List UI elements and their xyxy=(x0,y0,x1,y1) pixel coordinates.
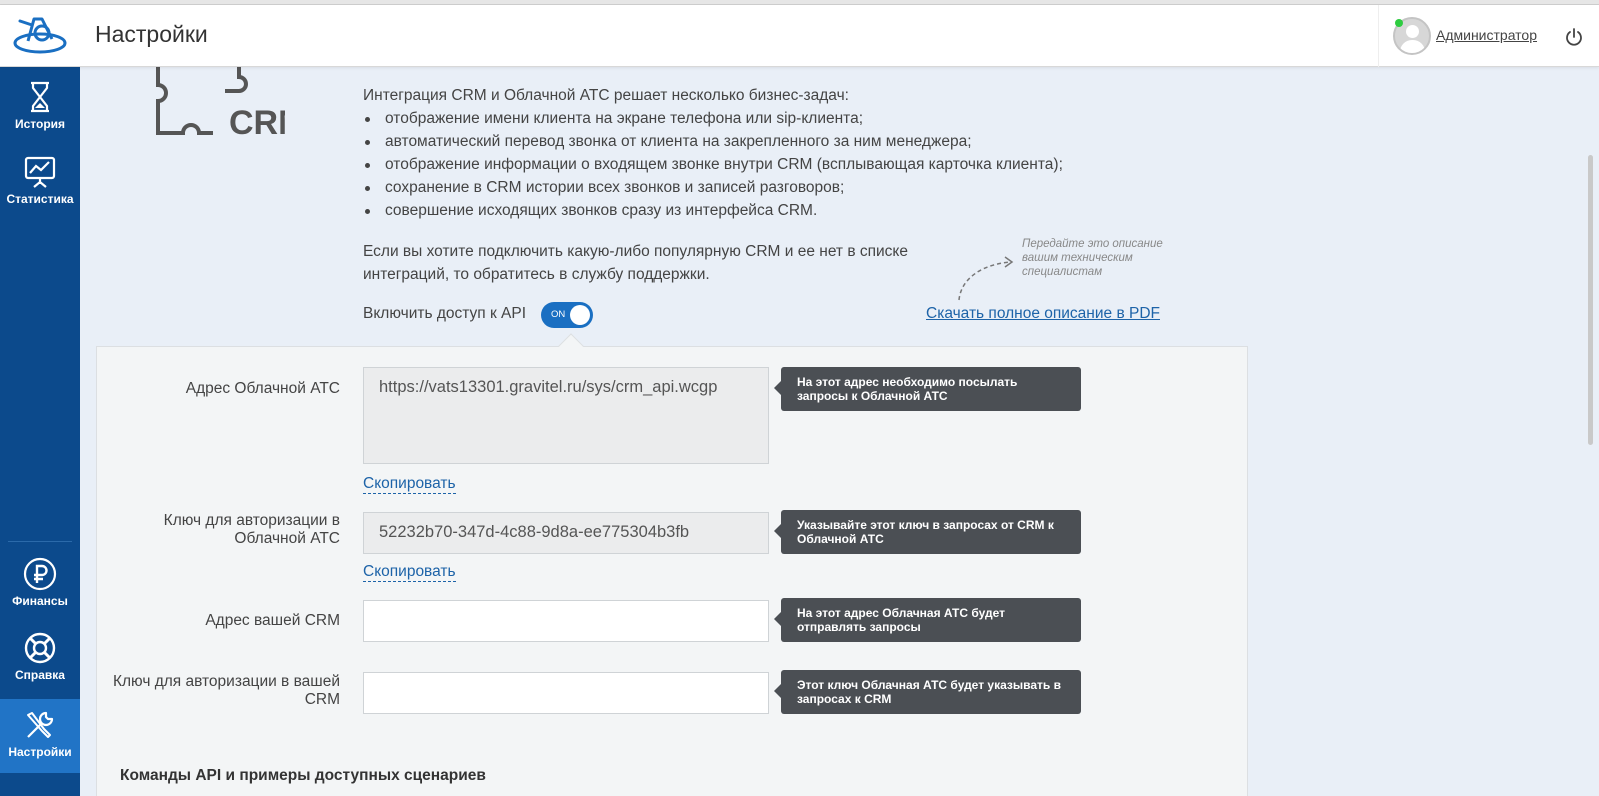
pdf-hint: Передайте это описание вашим техническим… xyxy=(1022,238,1163,278)
hourglass-icon xyxy=(31,81,49,113)
toggle-state-text: ON xyxy=(551,309,566,320)
scrollbar[interactable] xyxy=(1588,155,1593,445)
online-status-dot xyxy=(1395,19,1403,27)
ats-address-tooltip: На этот адрес необходимо посылать запрос… xyxy=(774,367,1081,411)
app-logo[interactable] xyxy=(12,11,68,61)
list-item: отображение информации о входящем звонке… xyxy=(363,153,1123,176)
dashed-arrow-icon xyxy=(958,256,1014,301)
sidebar-item-label: Настройки xyxy=(8,745,72,759)
copy-ats-address-link[interactable]: Скопировать xyxy=(363,475,456,494)
api-access-toggle[interactable]: ON xyxy=(541,302,593,328)
api-toggle-label: Включить доступ к API xyxy=(363,305,527,322)
wrench-screwdriver-icon xyxy=(27,711,54,738)
sidebar-item-finance[interactable]: Финансы xyxy=(0,548,80,620)
page-title: Настройки xyxy=(95,21,208,47)
sidebar-item-label: История xyxy=(14,117,66,131)
sidebar-item-help[interactable]: Справка xyxy=(0,622,80,694)
intro-lead: Интеграция CRM и Облачной АТС решает нес… xyxy=(363,87,849,104)
list-item: автоматический перевод звонка от клиента… xyxy=(363,130,1123,153)
download-pdf-link[interactable]: Скачать полное описание в PDF xyxy=(926,305,1160,323)
list-item: сохранение в CRM истории всех звонков и … xyxy=(363,176,1123,199)
sidebar-item-settings[interactable]: Настройки xyxy=(0,699,80,773)
ats-address-field[interactable]: https://vats13301.gravitel.ru/sys/crm_ap… xyxy=(363,367,769,464)
user-menu[interactable]: Администратор xyxy=(1378,5,1538,67)
ats-key-field[interactable]: 52232b70-347d-4c88-9d8a-ee775304b3fb xyxy=(363,512,769,554)
power-icon[interactable] xyxy=(1564,27,1584,47)
list-item: совершение исходящих звонков сразу из ин… xyxy=(363,199,1123,222)
user-name-link[interactable]: Администратор xyxy=(1436,27,1537,43)
sidebar: История Статистика Финансы Справка Настр… xyxy=(0,67,80,796)
sidebar-item-statistics[interactable]: Статистика xyxy=(0,146,80,218)
lifebuoy-icon xyxy=(24,632,56,664)
list-item: отображение имени клиента на экране теле… xyxy=(363,107,1123,130)
api-commands-section-title: Команды API и примеры доступных сценарие… xyxy=(120,767,486,784)
crm-address-input[interactable] xyxy=(363,600,769,642)
chart-presentation-icon xyxy=(24,156,56,188)
ruble-icon xyxy=(23,557,57,591)
benefits-list: отображение имени клиента на экране теле… xyxy=(363,107,1123,222)
header: Настройки Администратор xyxy=(0,5,1599,67)
intro-block: Интеграция CRM и Облачной АТС решает нес… xyxy=(363,84,1123,222)
ats-key-tooltip: Указывайте этот ключ в запросах от CRM к… xyxy=(774,510,1081,554)
support-text: Если вы хотите подключить какую-либо поп… xyxy=(363,243,908,283)
crm-key-tooltip: Этот ключ Облачная АТС будет указывать в… xyxy=(774,670,1081,714)
crm-key-input[interactable] xyxy=(363,672,769,714)
sidebar-item-history[interactable]: История xyxy=(0,71,80,143)
crm-address-tooltip: На этот адрес Облачная АТС будет отправл… xyxy=(774,598,1081,642)
crm-key-label: Ключ для авторизации в вашей CRM xyxy=(112,673,340,708)
toggle-knob xyxy=(570,305,590,325)
crm-address-label: Адрес вашей CRM xyxy=(205,612,340,629)
ats-key-label: Ключ для авторизации в Облачной АТС xyxy=(163,512,340,547)
sidebar-item-label: Финансы xyxy=(12,594,68,608)
sidebar-divider xyxy=(8,541,72,542)
copy-ats-key-link[interactable]: Скопировать xyxy=(363,563,456,582)
ats-address-label: Адрес Облачной АТС xyxy=(185,380,340,397)
sidebar-item-label: Статистика xyxy=(6,192,74,206)
crm-puzzle-logo: CRM xyxy=(156,67,285,139)
svg-text:CRM: CRM xyxy=(229,104,285,139)
sidebar-item-label: Справка xyxy=(15,668,65,682)
